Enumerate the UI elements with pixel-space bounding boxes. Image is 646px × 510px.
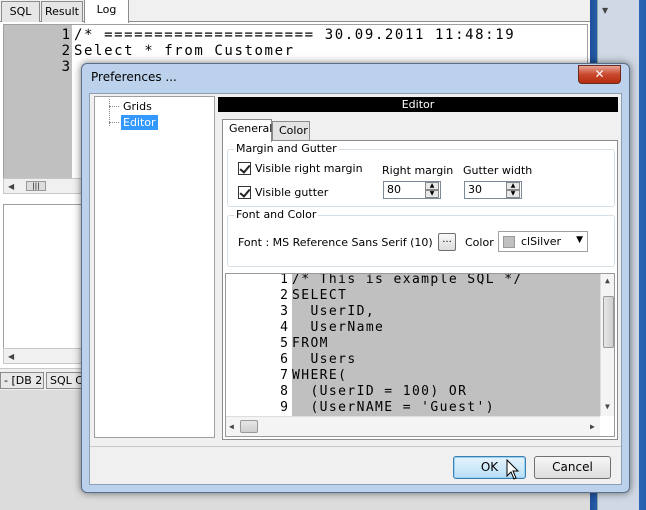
group-legend: Margin and Gutter <box>234 142 339 155</box>
gutter-width-spinner[interactable]: 30 ▲ ▼ <box>464 181 522 199</box>
cancel-button[interactable]: Cancel <box>534 456 611 479</box>
scroll-thumb[interactable] <box>603 296 614 348</box>
visible-gutter-checkbox[interactable]: Visible gutter <box>238 186 328 199</box>
tab-general[interactable]: General <box>222 119 272 142</box>
spinner-value: 80 <box>387 183 401 196</box>
checkbox-checked-icon[interactable] <box>238 162 251 175</box>
font-name-label: Font : MS Reference Sans Serif (10) <box>238 236 433 249</box>
preview-line: 1/* This is example SQL */ <box>280 273 523 287</box>
preferences-dialog: Preferences ... ✕ Grids Editor Editor Ge… <box>81 63 630 493</box>
scroll-left-icon[interactable]: ◀ <box>8 182 14 191</box>
tree-connector <box>109 122 119 123</box>
gutter-width-label: Gutter width <box>463 164 533 177</box>
background-tab-strip: SQL Result Log <box>0 0 590 23</box>
preview-line: 7 WHERE( <box>280 368 348 383</box>
preferences-tree[interactable]: Grids Editor <box>94 96 215 438</box>
color-label: Color : <box>465 236 501 249</box>
lower-horizontal-scrollbar[interactable]: ◀ <box>3 348 87 364</box>
tab-result[interactable]: Result <box>41 1 83 22</box>
log-line: 3 <box>61 59 70 75</box>
scroll-down-icon[interactable]: ▼ <box>605 402 610 411</box>
preview-line: 4 UserName <box>280 320 385 335</box>
dialog-title: Preferences ... <box>91 70 177 84</box>
mouse-pointer-icon <box>506 459 520 480</box>
preview-line: 8 (UserID = 100) OR <box>280 384 468 399</box>
spin-up-icon[interactable]: ▲ <box>425 182 439 190</box>
font-color-group: Font and Color Font : MS Reference Sans … <box>227 208 615 267</box>
preview-horizontal-scrollbar[interactable]: ◀ ▶ <box>226 416 600 436</box>
background-lower-pane <box>3 204 87 364</box>
tab-color[interactable]: Color <box>272 121 310 141</box>
checkbox-label: Visible gutter <box>255 186 329 199</box>
margin-gutter-group: Margin and Gutter Visible right margin V… <box>227 142 615 207</box>
preview-line: 2 SELECT <box>280 288 348 303</box>
scroll-thumb[interactable]: ||| <box>26 181 46 191</box>
right-margin-spinner[interactable]: 80 ▲ ▼ <box>383 181 441 199</box>
log-line: 2 Select * from Customer <box>61 43 295 59</box>
tree-item-grids[interactable]: Grids <box>121 99 154 114</box>
spinner-arrows[interactable]: ▲ ▼ <box>506 182 520 198</box>
font-browse-button[interactable]: ... <box>438 233 456 251</box>
button-separator <box>90 446 621 447</box>
checkbox-label: Visible right margin <box>255 162 363 175</box>
preview-line: 6 Users <box>280 352 357 367</box>
spinner-value: 30 <box>468 183 482 196</box>
spinner-arrows[interactable]: ▲ ▼ <box>425 182 439 198</box>
tree-item-editor[interactable]: Editor <box>121 115 158 130</box>
status-tab-db[interactable]: - [DB 2] <box>0 372 44 389</box>
group-legend: Font and Color <box>234 208 319 221</box>
color-select[interactable]: clSilver ▼ <box>498 231 588 252</box>
scroll-right-icon[interactable]: ▶ <box>590 422 595 431</box>
visible-right-margin-checkbox[interactable]: Visible right margin <box>238 162 363 175</box>
scroll-left-icon[interactable]: ◀ <box>8 352 14 361</box>
section-header: Editor <box>218 97 618 112</box>
spin-up-icon[interactable]: ▲ <box>506 182 520 190</box>
chevron-down-icon[interactable]: ▼ <box>576 235 583 245</box>
color-value: clSilver <box>521 235 561 248</box>
dialog-client-area: Grids Editor Editor General Color Margin… <box>89 93 622 485</box>
scroll-down-icon[interactable]: ▼ <box>602 6 608 15</box>
preview-line: 5 FROM <box>280 336 329 351</box>
spin-down-icon[interactable]: ▼ <box>506 190 520 198</box>
tab-log[interactable]: Log <box>84 0 129 23</box>
preview-vertical-scrollbar[interactable]: ▲ ▼ <box>600 274 614 416</box>
editor-tab-strip: General Color <box>222 119 618 142</box>
general-tab-page: Margin and Gutter Visible right margin V… <box>222 140 618 440</box>
tree-connector <box>109 106 119 107</box>
log-line: 1/* ===================== 30.09.2011 11:… <box>61 27 516 43</box>
scroll-left-icon[interactable]: ◀ <box>229 422 234 431</box>
status-tab-sql[interactable]: SQL C <box>46 372 82 389</box>
preview-line: 3 UserID, <box>280 304 376 319</box>
scroll-up-icon[interactable]: ▲ <box>605 276 610 285</box>
tab-sql[interactable]: SQL <box>1 1 40 22</box>
spin-down-icon[interactable]: ▼ <box>425 190 439 198</box>
checkbox-checked-icon[interactable] <box>238 186 251 199</box>
color-swatch <box>503 236 515 248</box>
close-icon[interactable]: ✕ <box>578 65 621 84</box>
log-horizontal-scrollbar[interactable]: ◀ ||| <box>3 178 87 194</box>
right-margin-label: Right margin <box>382 164 454 177</box>
scroll-thumb[interactable] <box>240 420 258 433</box>
preview-line: 9 (UserNAME = 'Guest') <box>280 400 495 415</box>
sql-preview-editor[interactable]: 1/* This is example SQL */ 2 SELECT 3 Use… <box>225 273 615 437</box>
